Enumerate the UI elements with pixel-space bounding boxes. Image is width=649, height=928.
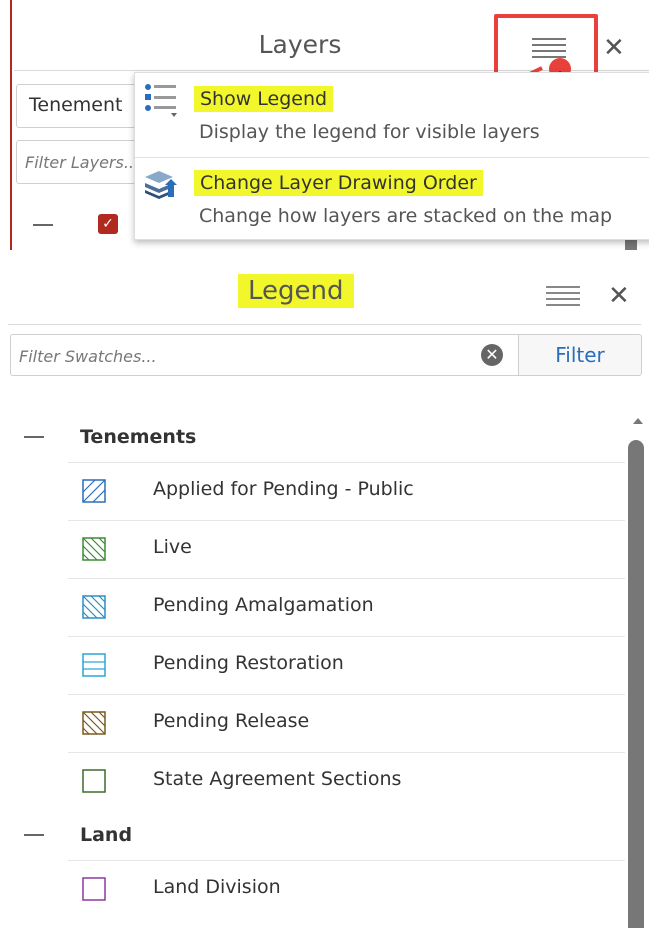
show-legend-label: Show Legend (194, 86, 334, 112)
legend-group-label: Land (80, 824, 133, 846)
collapse-minus-icon[interactable] (33, 224, 53, 226)
collapse-minus-icon[interactable] (24, 834, 44, 836)
change-drawing-order-description: Change how layers are stacked on the map (199, 205, 613, 227)
legend-item-label: Pending Amalgamation (153, 594, 374, 616)
legend-item-label: Pending Release (153, 710, 310, 732)
legend-item: Pending Release (0, 694, 625, 752)
legend-item-label: Applied for Pending - Public (153, 478, 414, 500)
legend-swatch-icon (82, 479, 106, 503)
legend-item-label: Pending Restoration (153, 652, 344, 674)
scrollbar-thumb[interactable] (628, 440, 644, 928)
legend-item-label: State Agreement Sections (153, 768, 402, 790)
layer-visibility-checkbox[interactable]: ✓ (98, 214, 118, 234)
legend-panel: Legend ✕ Filter Swatches... ✕ Filter Ten… (0, 262, 649, 928)
legend-item: Pending Amalgamation (0, 578, 625, 636)
legend-group-tenements[interactable]: Tenements (0, 412, 625, 462)
header-divider (8, 324, 641, 325)
row-divider (68, 520, 625, 521)
legend-swatch-icon (82, 537, 106, 561)
row-divider (68, 752, 625, 753)
layer-stack-icon (145, 171, 177, 199)
legend-list: Tenements Applied for Pending - Public Liv… (0, 412, 625, 928)
legend-swatch-icon (82, 653, 106, 677)
legend-panel-title: Legend (238, 274, 354, 308)
filter-layers-input[interactable]: Filter Layers... (16, 140, 146, 184)
legend-item: Applied for Pending - Public (0, 462, 625, 520)
close-icon[interactable]: ✕ (603, 35, 625, 61)
legend-item: Land Division (0, 860, 625, 918)
filter-swatches-input[interactable]: Filter Swatches... (10, 334, 518, 376)
layer-group-select[interactable]: Tenement (16, 84, 146, 128)
scroll-up-arrow-icon[interactable] (633, 418, 643, 424)
legend-item: State Agreement Sections (0, 752, 625, 810)
legend-group-label: Tenements (80, 426, 197, 448)
layers-options-menu: Show Legend Display the legend for visib… (134, 72, 649, 240)
collapse-minus-icon[interactable] (24, 436, 44, 438)
clear-filter-icon[interactable]: ✕ (481, 344, 503, 366)
legend-item: Live (0, 520, 625, 578)
legend-swatch-icon (82, 711, 106, 735)
legend-item: Pending Restoration (0, 636, 625, 694)
legend-group-land[interactable]: Land (0, 810, 625, 860)
row-divider (68, 462, 625, 463)
layers-panel: Layers Tenement Filter Layers... ✓ ✕ Sho… (0, 0, 649, 250)
legend-swatch-icon (82, 769, 106, 793)
row-divider (68, 860, 625, 861)
row-divider (68, 636, 625, 637)
row-divider (68, 578, 625, 579)
hamburger-menu-icon[interactable] (546, 286, 580, 306)
legend-list-icon (145, 84, 177, 117)
legend-item-label: Land Division (153, 876, 281, 898)
legend-swatch-icon (82, 595, 106, 619)
row-divider (68, 694, 625, 695)
close-icon[interactable]: ✕ (608, 283, 630, 309)
show-legend-description: Display the legend for visible layers (199, 121, 540, 143)
legend-swatch-icon (82, 877, 106, 901)
legend-item-label: Live (153, 536, 192, 558)
change-drawing-order-label: Change Layer Drawing Order (194, 170, 483, 196)
filter-button[interactable]: Filter (518, 334, 642, 376)
menu-divider (135, 157, 649, 158)
